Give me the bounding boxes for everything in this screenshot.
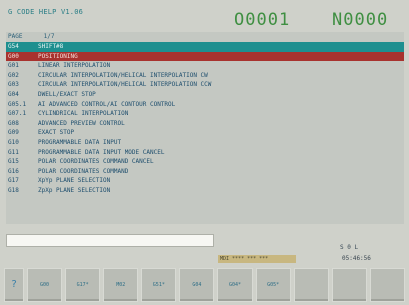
gcode-list-item[interactable]: G01 LINEAR INTERPOLATION bbox=[6, 61, 404, 71]
gcode-code: G17 bbox=[8, 177, 19, 185]
softkey-button[interactable]: G04 bbox=[179, 268, 215, 302]
softkey-button[interactable]: G17* bbox=[65, 268, 101, 302]
softkey-button[interactable]: G04* bbox=[217, 268, 253, 302]
clock: 05:46:56 bbox=[342, 255, 371, 262]
gcode-list-item[interactable]: G08 ADVANCED PREVIEW CONTROL bbox=[6, 119, 404, 129]
gcode-list-item[interactable]: G10 PROGRAMMABLE DATA INPUT bbox=[6, 138, 404, 148]
gcode-list-item[interactable]: G11 PROGRAMMABLE DATA INPUT MODE CANCEL bbox=[6, 148, 404, 158]
gcode-code: G09 bbox=[8, 129, 19, 137]
gcode-code: G18 bbox=[8, 186, 19, 194]
gcode-description: POLAR COORDINATES COMMAND bbox=[38, 167, 129, 175]
gcode-code: G07.1 bbox=[8, 110, 27, 118]
gcode-list-item[interactable]: G02 CIRCULAR INTERPOLATION/HELICAL INTERP… bbox=[6, 71, 404, 81]
softkey-button[interactable]: G00 bbox=[27, 268, 63, 302]
gcode-description: PROGRAMMABLE DATA INPUT bbox=[38, 138, 122, 146]
gcode-description: CIRCULAR INTERPOLATION/HELICAL INTERPOLA… bbox=[38, 71, 208, 79]
gcode-code: G15 bbox=[8, 158, 19, 166]
gcode-description: CIRCULAR INTERPOLATION/HELICAL INTERPOLA… bbox=[38, 81, 212, 89]
gcode-description: XpYp PLANE SELECTION bbox=[38, 177, 111, 185]
program-number: O0001 bbox=[234, 10, 291, 30]
gcode-description: LINEAR INTERPOLATION bbox=[38, 62, 111, 70]
status-bar: MDI **** *** *** 05:46:56 bbox=[212, 254, 402, 265]
sequence-number: N0000 bbox=[332, 10, 389, 30]
softkey-button[interactable] bbox=[331, 268, 367, 302]
gcode-code: G02 bbox=[8, 71, 19, 79]
gcode-code: G01 bbox=[8, 62, 19, 70]
app-title: G CODE HELP V1.06 bbox=[8, 8, 84, 16]
gcode-list-item[interactable]: G17 XpYp PLANE SELECTION bbox=[6, 176, 404, 186]
gcode-description: AI ADVANCED CONTROL/AI CONTOUR CONTROL bbox=[38, 100, 176, 108]
softkey-button[interactable]: G05* bbox=[255, 268, 291, 302]
title-bar: G CODE HELP V1.06 O0001 N0000 bbox=[6, 6, 404, 30]
mode-indicator: MDI **** *** *** bbox=[218, 255, 296, 263]
gcode-list-item[interactable]: G09 EXACT STOP bbox=[6, 128, 404, 138]
gcode-description: EXACT STOP bbox=[38, 129, 75, 137]
gcode-list-item[interactable]: G03 CIRCULAR INTERPOLATION/HELICAL INTERP… bbox=[6, 80, 404, 90]
page-indicator: 1/7 bbox=[43, 33, 55, 40]
gcode-code: G00 bbox=[8, 52, 19, 60]
gcode-code: G10 bbox=[8, 138, 19, 146]
softkey-button[interactable]: M02 bbox=[103, 268, 139, 302]
gcode-code: G16 bbox=[8, 167, 19, 175]
gcode-list-item[interactable]: G54 SHIFT#8 bbox=[6, 42, 404, 52]
key-input-line[interactable] bbox=[6, 234, 214, 247]
gcode-code: G05.1 bbox=[8, 100, 27, 108]
gcode-rows: G54 SHIFT#8 G00 POSITIONING G01 LINEAR INTERP… bbox=[6, 42, 404, 196]
softkey-return-button[interactable]: ? bbox=[4, 268, 24, 302]
status-letters: S 0 L bbox=[340, 244, 359, 251]
cnc-screen: G CODE HELP V1.06 O0001 N0000 PAGE 1/7 G… bbox=[0, 0, 409, 305]
gcode-description: CYLINDRICAL INTERPOLATION bbox=[38, 110, 129, 118]
gcode-list-panel: PAGE 1/7 G54 SHIFT#8 G00 POSITIONING G01 LINE… bbox=[6, 32, 404, 224]
gcode-list-item[interactable]: G00 POSITIONING bbox=[6, 51, 404, 62]
gcode-list-item[interactable]: G07.1 CYLINDRICAL INTERPOLATION bbox=[6, 109, 404, 119]
gcode-description: SHIFT#8 bbox=[38, 43, 64, 50]
gcode-description: PROGRAMMABLE DATA INPUT MODE CANCEL bbox=[38, 148, 165, 156]
gcode-list-item[interactable]: G18 ZpXp PLANE SELECTION bbox=[6, 186, 404, 196]
gcode-code: G08 bbox=[8, 119, 19, 127]
gcode-description: ADVANCED PREVIEW CONTROL bbox=[38, 119, 125, 127]
gcode-code: G04 bbox=[8, 90, 19, 98]
gcode-description: DWELL/EXACT STOP bbox=[38, 90, 96, 98]
softkey-button[interactable] bbox=[369, 268, 405, 302]
gcode-list-item[interactable]: G04 DWELL/EXACT STOP bbox=[6, 90, 404, 100]
softkey-button[interactable]: G51* bbox=[141, 268, 177, 302]
softkey-bar: ? G00 G17* M02 G51* G04 G04* G05* bbox=[4, 268, 405, 302]
gcode-list-item[interactable]: G16 POLAR COORDINATES COMMAND bbox=[6, 167, 404, 177]
list-header: PAGE 1/7 bbox=[6, 32, 404, 42]
gcode-code: G11 bbox=[8, 148, 19, 156]
gcode-list-item[interactable]: G15 POLAR COORDINATES COMMAND CANCEL bbox=[6, 157, 404, 167]
softkey-button[interactable] bbox=[293, 268, 329, 302]
column-header-code: PAGE bbox=[8, 33, 23, 40]
gcode-description: POSITIONING bbox=[38, 52, 78, 60]
gcode-list-item[interactable]: G05.1 AI ADVANCED CONTROL/AI CONTOUR CONT… bbox=[6, 100, 404, 110]
gcode-description: ZpXp PLANE SELECTION bbox=[38, 186, 111, 194]
gcode-code: G03 bbox=[8, 81, 19, 89]
gcode-description: POLAR COORDINATES COMMAND CANCEL bbox=[38, 158, 154, 166]
gcode-code: G54 bbox=[8, 43, 19, 50]
